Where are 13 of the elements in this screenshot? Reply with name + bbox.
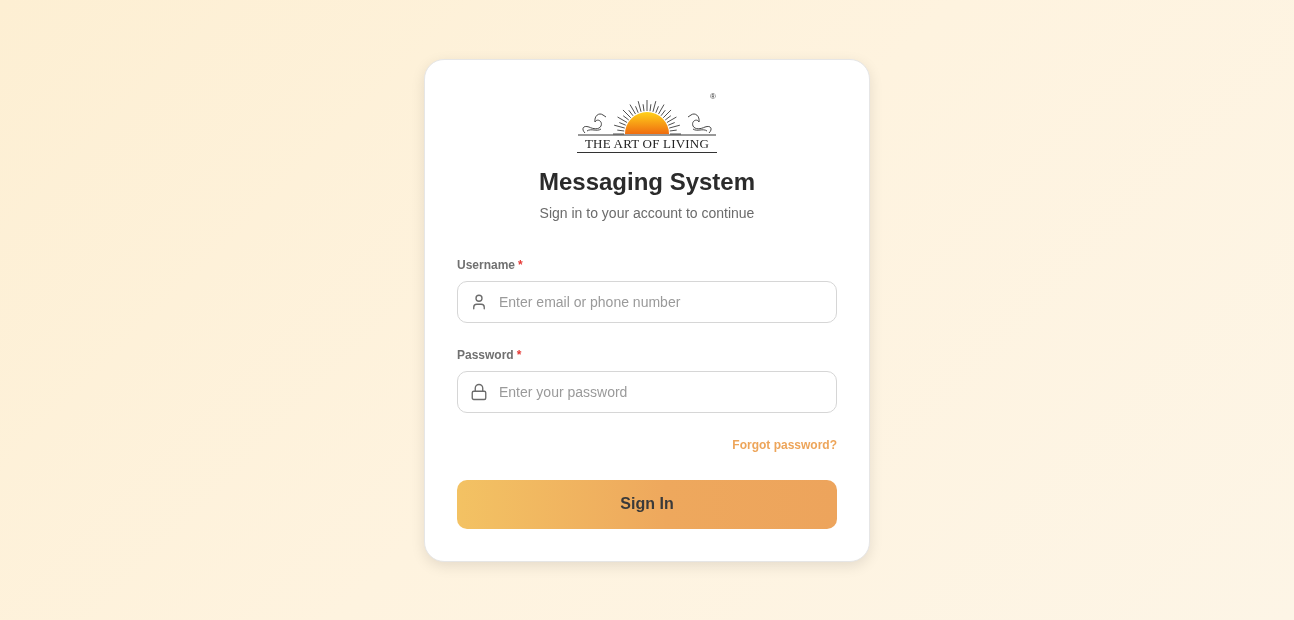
sign-in-button[interactable]: Sign In [457,479,837,529]
password-field[interactable]: Enter your password [457,370,837,413]
logo-text: THE ART OF LIVING [577,135,717,153]
required-mark: * [518,256,523,274]
lock-icon [470,382,488,401]
user-icon [470,292,488,311]
field-label: Username [457,256,516,274]
field-label: Password [457,346,514,364]
app-title: Messaging System [538,166,756,197]
subtitle: Sign in to your account to continue [539,203,755,223]
required-mark: * [516,346,522,364]
username-field[interactable]: Enter email or phone number [457,280,837,323]
registered-mark: ® [710,92,716,101]
